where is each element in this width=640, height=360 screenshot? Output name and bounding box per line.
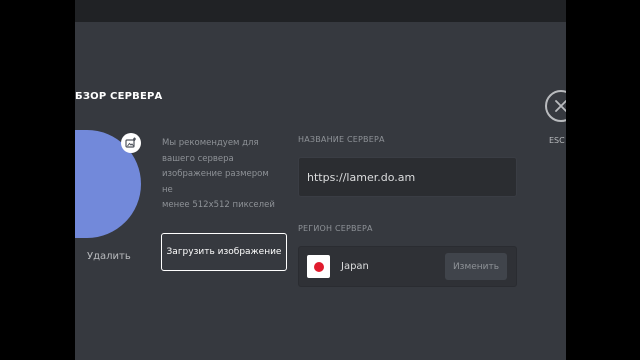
esc-label: ESC [549,136,565,145]
image-hint: Мы рекомендуем для вашего сервера изобра… [162,136,282,214]
server-name-label: НАЗВАНИЕ СЕРВЕРА [298,135,385,144]
server-region-select[interactable]: Japan Изменить [298,246,517,287]
hint-line: изображение размером не [162,169,269,195]
remove-avatar-link[interactable]: Удалить [87,251,131,262]
server-region-label: РЕГИОН СЕРВЕРА [298,224,373,233]
change-region-button[interactable]: Изменить [445,253,507,280]
server-name-value: https://lamer.do.am [307,170,416,184]
image-upload-icon[interactable] [121,133,141,153]
hint-line: менее 512x512 пикселей [162,200,275,210]
top-bar [75,0,566,22]
close-button[interactable] [545,90,566,122]
server-settings-panel: БЗОР СЕРВЕРА ESC Удалить Мы рекомендуем … [75,0,566,360]
section-title: БЗОР СЕРВЕРА [75,91,163,102]
japan-flag-icon [307,255,330,278]
hint-line: вашего сервера [162,153,234,164]
region-name: Japan [341,261,369,272]
server-name-input[interactable]: https://lamer.do.am [298,157,517,197]
close-icon [555,100,566,112]
hint-line: Мы рекомендуем для [162,138,259,148]
upload-image-button[interactable]: Загрузить изображение [161,233,287,271]
